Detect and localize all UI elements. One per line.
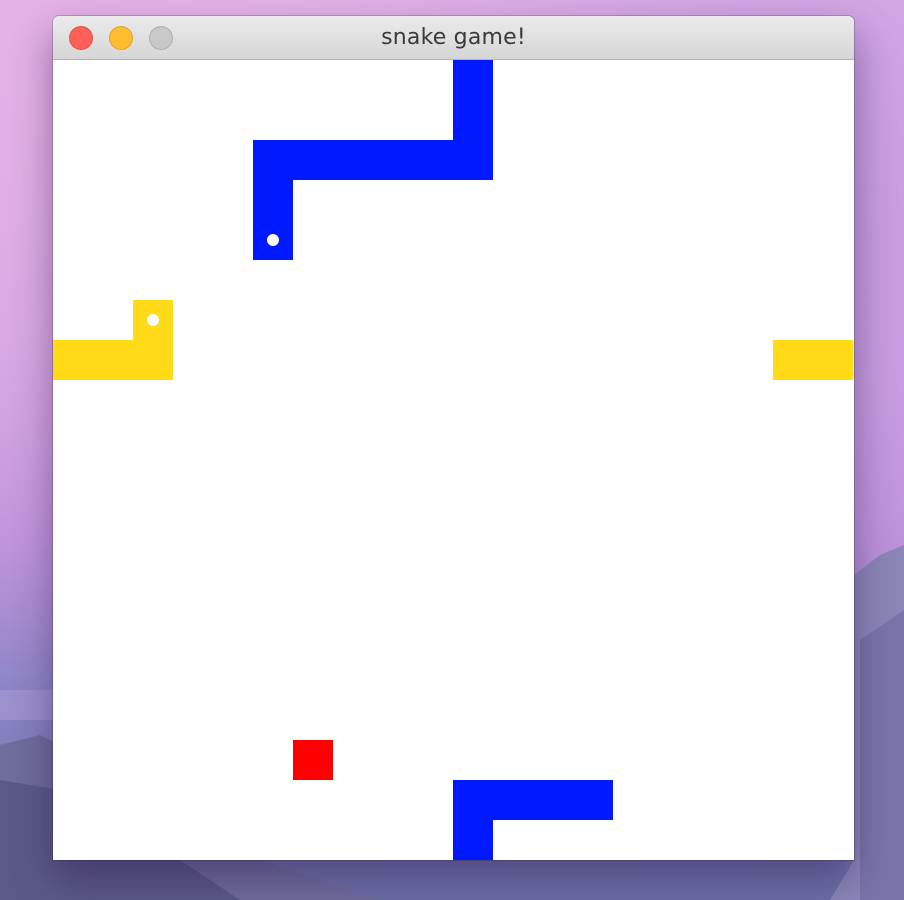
snake-eye-icon (147, 314, 159, 326)
snake-1-body-segment (453, 140, 493, 180)
snake-1-body-segment (253, 180, 293, 220)
snake-1-head (253, 220, 293, 260)
snake-1-body-segment (453, 100, 493, 140)
snake-1-body-segment (333, 140, 373, 180)
wallpaper-mountain-right-shade (860, 610, 904, 900)
window-title: snake game! (381, 25, 526, 50)
food-pellet (293, 740, 333, 780)
snake-2-body-segment (53, 340, 93, 380)
wallpaper-haze (0, 690, 60, 720)
snake-2-body-segment (773, 340, 813, 380)
snake-1-body-segment (453, 60, 493, 100)
snake-1-body-segment (293, 140, 333, 180)
snake-2-body-segment (93, 340, 133, 380)
app-window: snake game! (53, 16, 854, 860)
title-bar[interactable]: snake game! (53, 16, 854, 60)
snake-1-body-segment (253, 140, 293, 180)
snake-2-body-segment (133, 340, 173, 380)
snake-1-body-segment (373, 140, 413, 180)
snake-2-body-segment (813, 340, 853, 380)
snake-2-head (133, 300, 173, 340)
game-board[interactable] (53, 60, 854, 860)
snake-1-body-segment (453, 780, 493, 820)
snake-1-body-segment (573, 780, 613, 820)
snake-1-body-segment (453, 820, 493, 860)
snake-eye-icon (267, 234, 279, 246)
snake-1-body-segment (533, 780, 573, 820)
snake-1-body-segment (413, 140, 453, 180)
snake-1-body-segment (493, 780, 533, 820)
